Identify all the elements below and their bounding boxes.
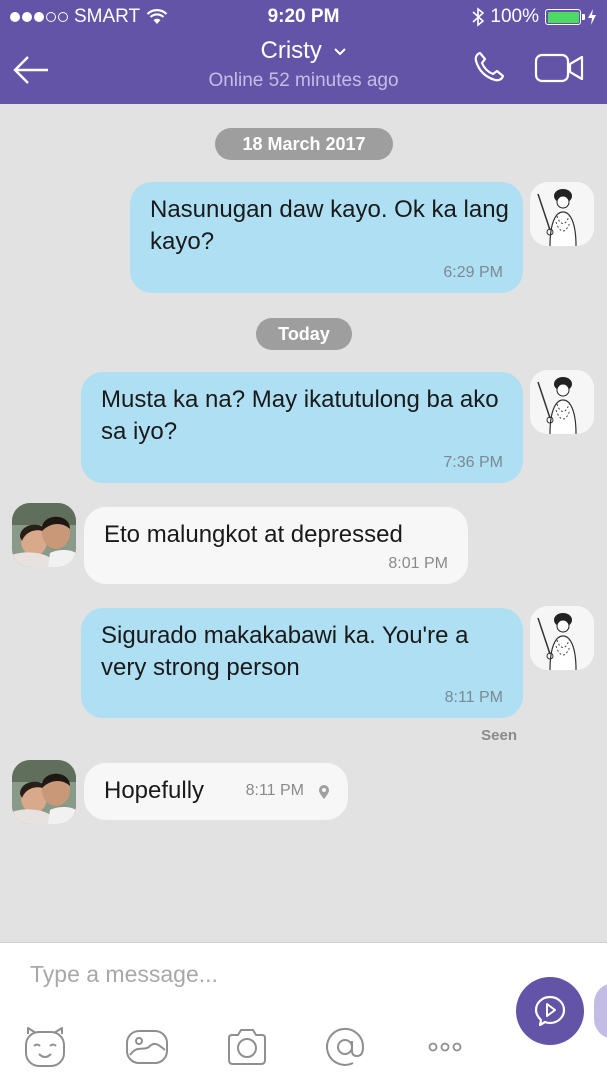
outgoing-message[interactable]: Nasunugan daw kayo. Ok ka lang kayo? 6:2…: [130, 182, 523, 293]
contact-title[interactable]: Cristy: [0, 37, 607, 65]
outgoing-message[interactable]: Musta ka na? May ikatutulong ba ako sa i…: [81, 372, 523, 483]
video-camera-icon[interactable]: [534, 52, 586, 84]
message-time: 6:29 PM: [443, 264, 503, 281]
avatar[interactable]: [530, 370, 594, 434]
phone-icon[interactable]: [472, 50, 506, 84]
message-text: Eto malungkot at depressed: [104, 521, 403, 548]
chevron-down-icon[interactable]: [333, 47, 347, 57]
avatar[interactable]: [530, 182, 594, 246]
battery-status: 100%: [472, 6, 597, 28]
contact-avatar-photo: [12, 760, 76, 824]
at-mention-icon[interactable]: [322, 1024, 368, 1070]
my-avatar-sketch: [530, 606, 594, 670]
my-avatar-sketch: [530, 370, 594, 434]
location-pin-icon: [319, 785, 329, 799]
sticker-icon[interactable]: [22, 1024, 68, 1070]
contact-name[interactable]: Cristy: [261, 37, 322, 64]
image-icon[interactable]: [124, 1024, 170, 1070]
battery-icon: [545, 9, 585, 25]
outgoing-message[interactable]: Sigurado makakabawi ka. You're a very st…: [81, 608, 523, 718]
send-button[interactable]: [516, 977, 584, 1045]
chat-header: SMART 9:20 PM 100% Cristy Online 52 minu…: [0, 0, 607, 104]
message-input[interactable]: Type a message...: [30, 961, 218, 988]
contact-avatar[interactable]: [12, 503, 76, 567]
message-time: 8:01 PM: [388, 555, 448, 572]
seen-indicator: Seen: [481, 727, 517, 744]
message-text: Nasunugan daw kayo. Ok ka lang kayo?: [150, 196, 509, 255]
bluetooth-icon: [472, 7, 485, 27]
message-time: 8:11 PM: [245, 782, 304, 799]
charging-icon: [588, 9, 596, 25]
send-icon: [534, 995, 566, 1027]
contact-avatar-photo: [12, 503, 76, 567]
date-separator: 18 March 2017: [215, 128, 393, 160]
message-time: 7:36 PM: [443, 454, 503, 471]
my-avatar-sketch: [530, 182, 594, 246]
date-separator: Today: [256, 318, 352, 350]
message-time: 8:11 PM: [444, 689, 503, 706]
camera-icon[interactable]: [224, 1024, 270, 1070]
battery-percent: 100%: [490, 6, 539, 27]
avatar[interactable]: [530, 606, 594, 670]
contact-avatar[interactable]: [12, 760, 76, 824]
incoming-message[interactable]: Hopefully 8:11 PM: [84, 763, 348, 820]
message-text: Sigurado makakabawi ka. You're a very st…: [101, 622, 469, 681]
message-text: Musta ka na? May ikatutulong ba ako sa i…: [101, 386, 499, 445]
more-icon[interactable]: [422, 1024, 468, 1070]
incoming-message[interactable]: Eto malungkot at depressed 8:01 PM: [84, 507, 468, 584]
presence-status: Online 52 minutes ago: [208, 70, 399, 91]
